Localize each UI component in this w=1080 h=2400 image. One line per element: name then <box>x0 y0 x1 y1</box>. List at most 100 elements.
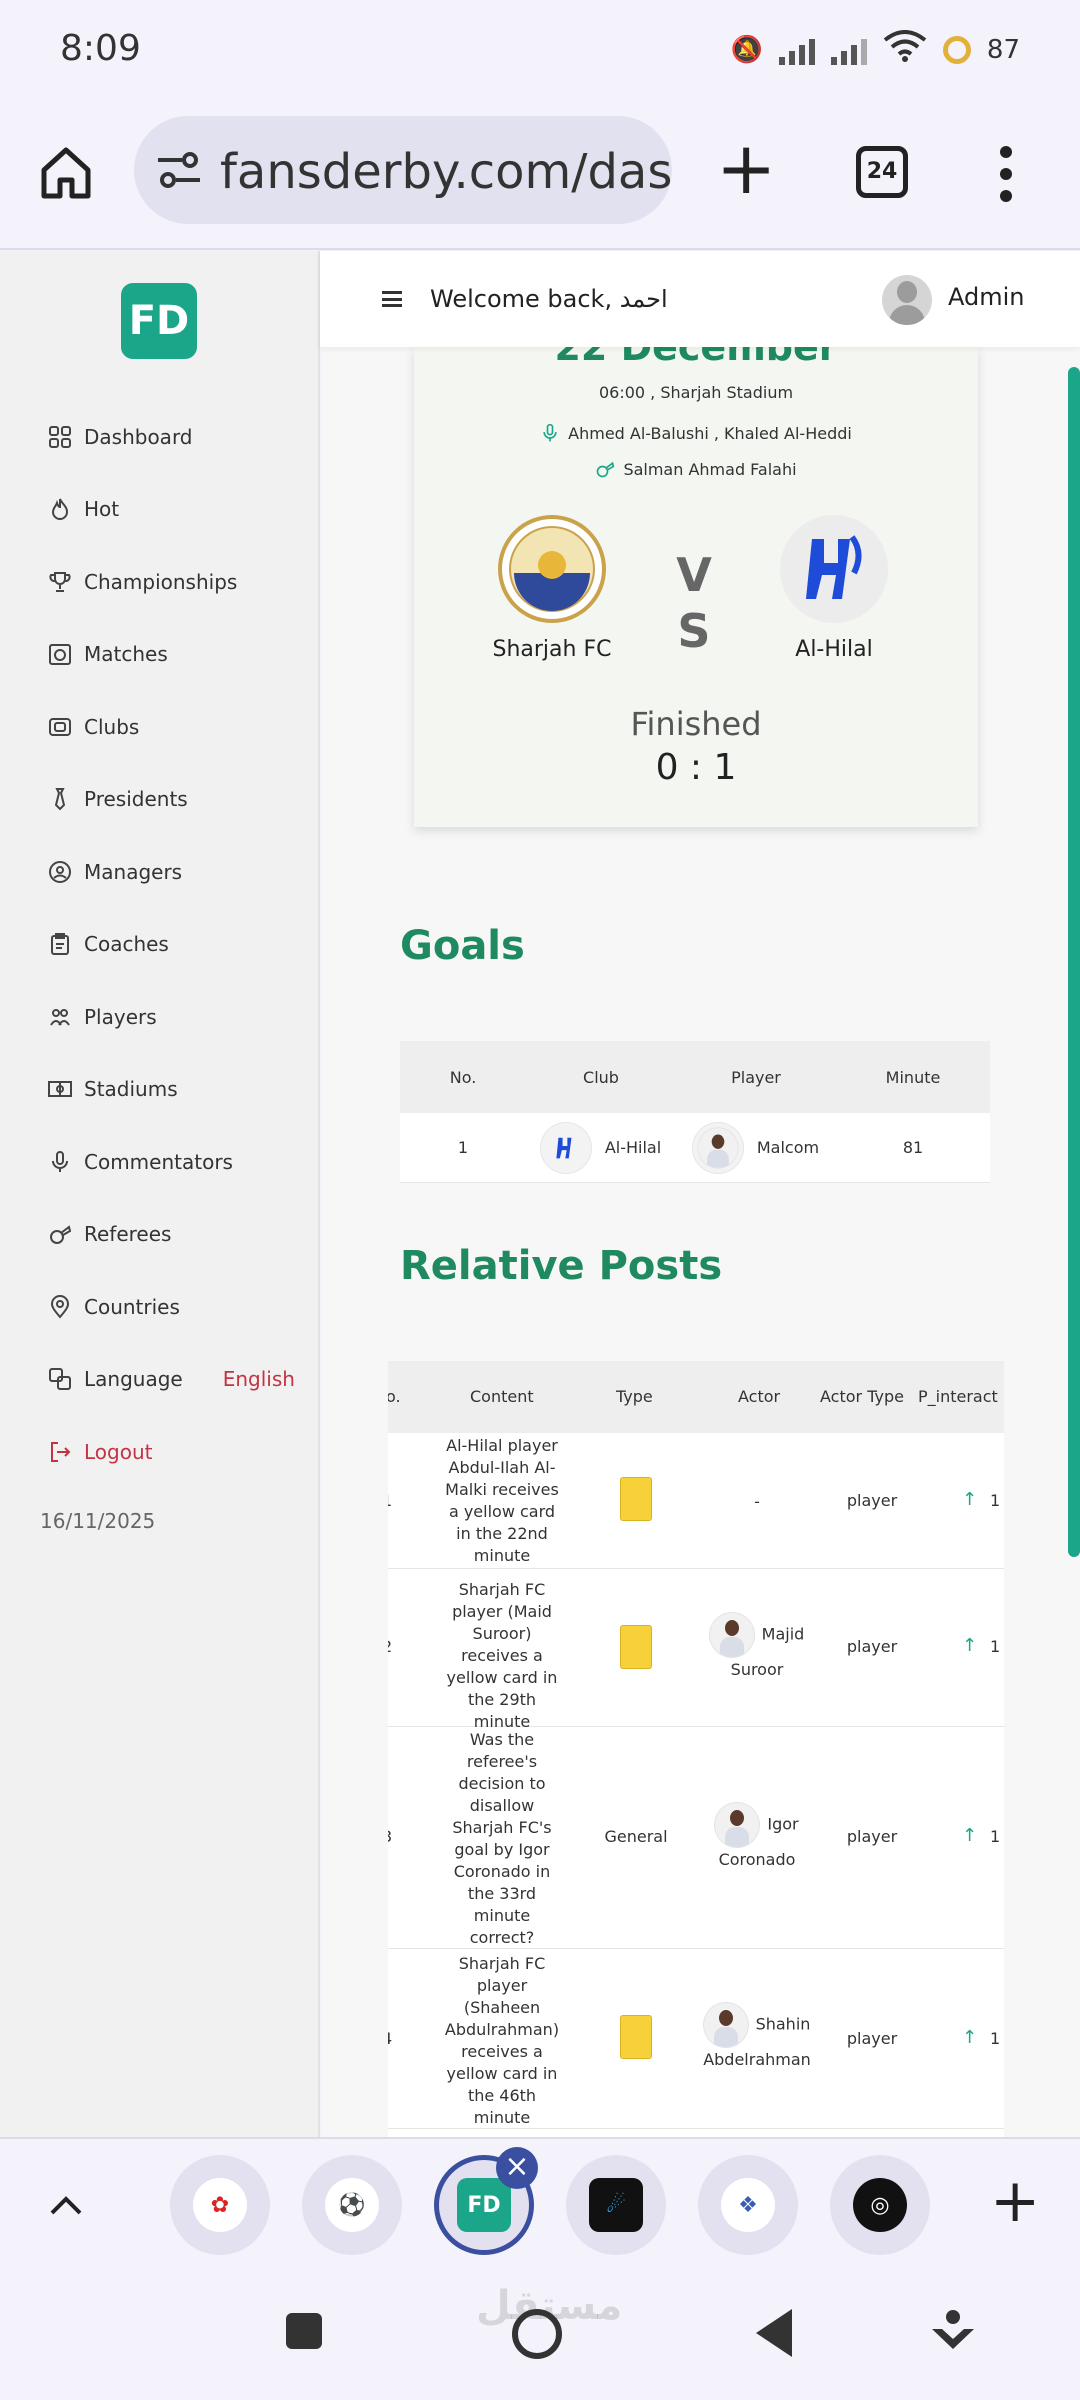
arrow-up-icon[interactable]: ↑ <box>962 1825 977 1846</box>
new-tab-button[interactable]: + <box>716 132 776 204</box>
actor-type: player <box>846 1637 898 1656</box>
back-icon[interactable] <box>756 2309 792 2357</box>
menu-toggle-icon[interactable] <box>382 291 402 307</box>
match-status: Finished <box>630 705 762 743</box>
arrow-up-icon[interactable]: ↑ <box>962 1489 977 1510</box>
status-bar: 8:09 🔕 87 <box>0 0 1080 100</box>
sidebar-item-label: Commentators <box>84 1150 233 1174</box>
player-photo-icon <box>715 1803 760 1847</box>
interaction-count: 1 <box>990 1637 1001 1656</box>
column-header: Type <box>616 1387 653 1406</box>
away-team[interactable]: Al-Hilal <box>754 515 914 662</box>
recent-apps-icon[interactable] <box>286 2313 322 2349</box>
assistant-down-icon[interactable] <box>930 2307 976 2353</box>
yellow-card-icon <box>620 1625 652 1669</box>
sidebar-item-matches[interactable]: Matches <box>48 634 168 674</box>
user-name[interactable]: Admin <box>948 283 1025 311</box>
pitch-icon <box>48 1077 72 1101</box>
clipboard-icon <box>48 932 72 956</box>
post-number: 1 <box>388 1491 392 1510</box>
post-type <box>588 2015 684 2063</box>
add-tab-button[interactable]: + <box>990 2171 1040 2231</box>
arrow-up-icon[interactable]: ↑ <box>962 2027 977 2048</box>
sidebar-item-players[interactable]: Players <box>48 997 157 1037</box>
tab-game-app[interactable]: ☄ <box>566 2155 666 2255</box>
sidebar-item-language[interactable]: Language English <box>48 1359 295 1399</box>
sidebar-item-label: Managers <box>84 860 183 884</box>
tab-network-app[interactable]: ❖ <box>698 2155 798 2255</box>
sidebar-item-presidents[interactable]: Presidents <box>48 779 188 819</box>
url-text[interactable]: fansderby.com/dash <box>220 144 672 200</box>
column-header: Actor <box>738 1387 781 1406</box>
sidebar-item-logout[interactable]: Logout <box>48 1432 152 1472</box>
sidebar-item-label: Coaches <box>84 932 169 956</box>
sidebar-item-hot[interactable]: Hot <box>48 489 119 529</box>
player-name: Malcom <box>756 1138 820 1157</box>
battery-icon <box>942 35 971 64</box>
network-icon: ❖ <box>721 2178 775 2232</box>
microphone-icon <box>543 423 557 442</box>
posts-table: o. Content Type Actor Actor Type P_inter… <box>388 1361 1004 2137</box>
signal-2-icon <box>830 35 867 65</box>
table-row[interactable]: 1 Al-Hilal Malcom 81 <box>400 1113 990 1183</box>
match-score: 0 : 1 <box>655 747 737 788</box>
column-header: P_interact <box>918 1387 998 1406</box>
tie-icon <box>48 787 72 811</box>
sidebar-item-countries[interactable]: Countries <box>48 1287 180 1327</box>
table-row[interactable]: 2 Sharjah FC player (Maid Suroor) receiv… <box>388 1569 1004 1731</box>
table-row[interactable]: 4 Sharjah FC player (Shaheen Abdulrahman… <box>388 1949 1004 2129</box>
tab-count-button[interactable]: 24 <box>856 146 908 198</box>
tab-huawei[interactable]: ✿ <box>170 2155 270 2255</box>
sidebar-item-clubs[interactable]: Clubs <box>48 707 139 747</box>
goals-table: No. Club Player Minute 1 Al-Hilal Malcom… <box>400 1041 990 1183</box>
microphone-icon <box>48 1150 72 1174</box>
home-icon[interactable] <box>36 142 96 202</box>
tab-sports-app[interactable]: ⚽ <box>302 2155 402 2255</box>
vs-bottom: S <box>677 604 711 658</box>
post-number: 4 <box>388 2029 392 2048</box>
home-team-name: Sharjah FC <box>492 637 612 662</box>
address-bar[interactable]: fansderby.com/dash <box>134 116 672 224</box>
post-actor: Majid Suroor <box>692 1613 822 1683</box>
sharjah-crest-icon <box>498 515 606 623</box>
table-row[interactable]: 3 Was the referee's decision to disallow… <box>388 1727 1004 1949</box>
actor-first-name: Majid <box>761 1624 805 1644</box>
sidebar-item-commentators[interactable]: Commentators <box>48 1142 233 1182</box>
more-menu-icon[interactable] <box>1000 146 1012 202</box>
actor-type: player <box>846 1491 898 1510</box>
whistle-icon <box>597 461 615 478</box>
sidebar-item-label: Championships <box>84 570 238 594</box>
sidebar-item-dashboard[interactable]: Dashboard <box>48 417 193 457</box>
sidebar-item-championships[interactable]: Championships <box>48 562 237 602</box>
al-hilal-crest-icon <box>540 1122 591 1173</box>
referee-row: Salman Ahmad Falahi <box>414 459 978 479</box>
chevron-up-icon[interactable] <box>48 2187 84 2223</box>
scrollbar[interactable] <box>1068 367 1080 1557</box>
tab-music-app[interactable]: ◎ <box>830 2155 930 2255</box>
away-team-name: Al-Hilal <box>795 637 873 662</box>
language-value[interactable]: English <box>223 1367 295 1391</box>
app-logo[interactable]: FD <box>121 283 197 359</box>
match-time-venue: 06:00 , Sharjah Stadium <box>598 383 794 402</box>
post-number: 3 <box>388 1827 392 1846</box>
home-team[interactable]: Sharjah FC <box>472 515 632 662</box>
table-row[interactable]: 1 Al-Hilal player Abdul-Ilah Al-Malki re… <box>388 1433 1004 1569</box>
arrow-up-icon[interactable]: ↑ <box>962 1635 977 1656</box>
welcome-text: Welcome back, احمد <box>430 285 668 313</box>
sidebar-item-coaches[interactable]: Coaches <box>48 924 169 964</box>
sidebar-item-stadiums[interactable]: Stadiums <box>48 1069 178 1109</box>
signal-icon <box>778 35 815 65</box>
sidebar-item-label: Hot <box>84 497 120 521</box>
club-name: Al-Hilal <box>604 1138 662 1157</box>
sidebar-item-referees[interactable]: Referees <box>48 1214 171 1254</box>
al-hilal-crest-icon <box>780 515 888 623</box>
interaction-count: 1 <box>990 2029 1001 2048</box>
avatar[interactable] <box>882 275 932 325</box>
close-tab-icon[interactable]: × <box>496 2147 538 2189</box>
actor-type: player <box>846 1827 898 1846</box>
sidebar-item-managers[interactable]: Managers <box>48 852 182 892</box>
home-circle-icon[interactable] <box>512 2309 562 2359</box>
site-settings-icon[interactable] <box>156 150 202 190</box>
sidebar-date: 16/11/2025 <box>40 1509 156 1533</box>
tab-switcher-bar: ✿ ⚽ FD × ☄ ❖ ◎ + <box>0 2137 1080 2273</box>
